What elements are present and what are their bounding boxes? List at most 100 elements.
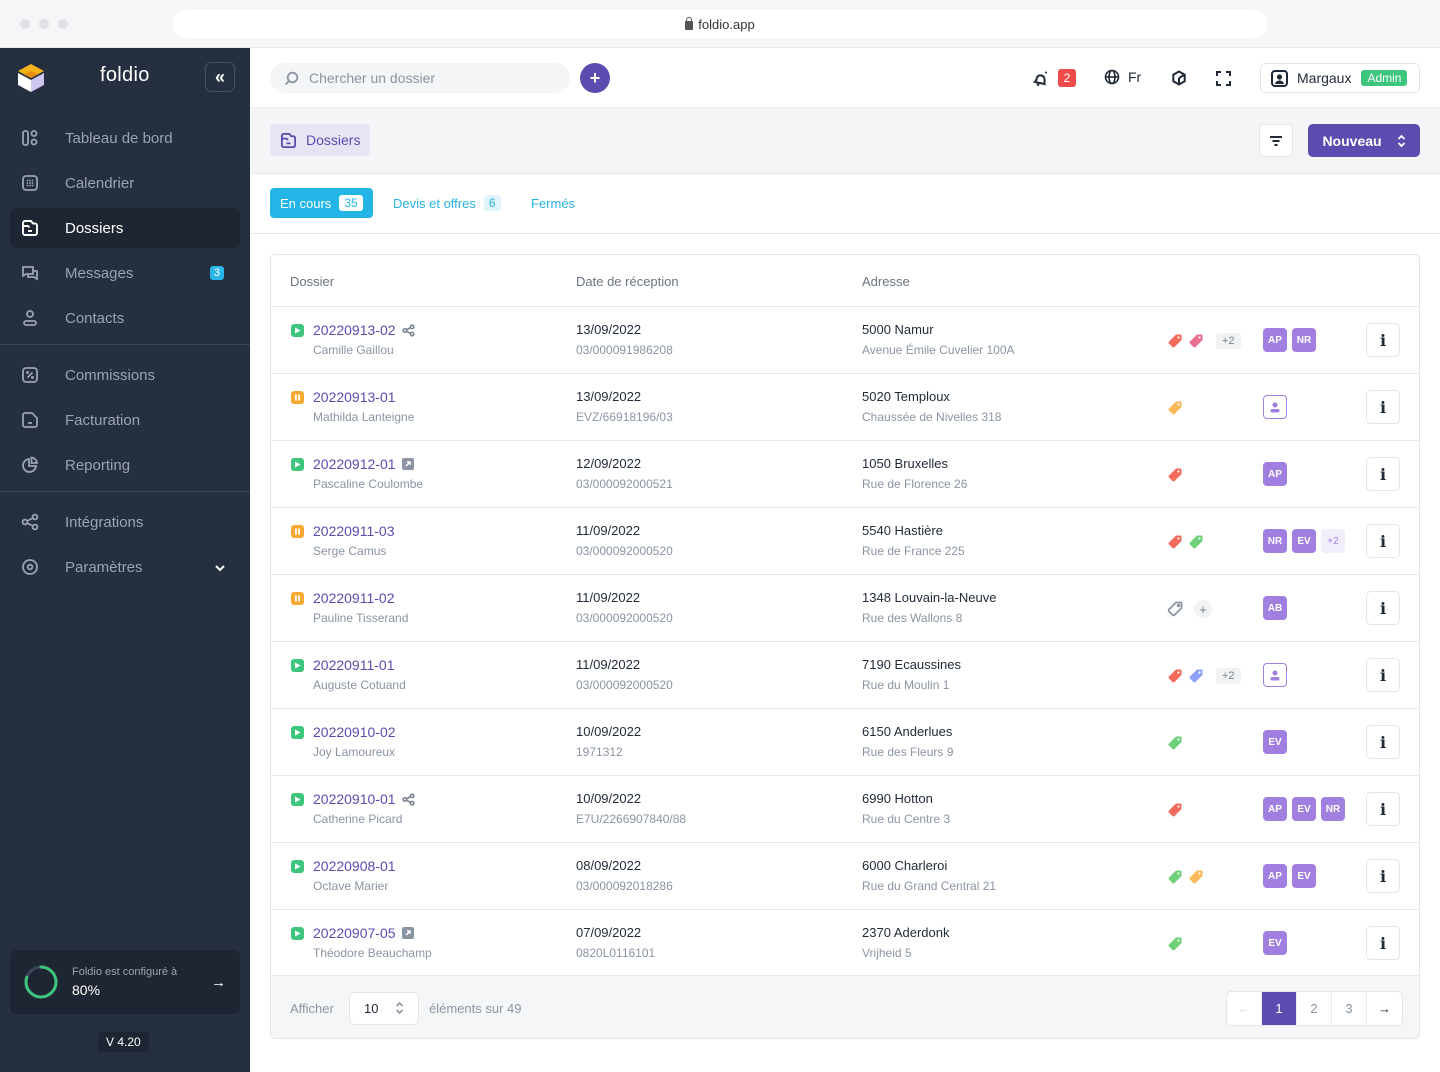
tag-icon xyxy=(1168,803,1182,817)
table-row[interactable]: 20220911-02 Pauline Tisserand 11/09/2022… xyxy=(271,575,1419,642)
sidebar-item-commissions[interactable]: Commissions xyxy=(10,355,240,395)
info-button[interactable]: i xyxy=(1366,725,1400,759)
date-cell: 11/09/2022 03/000092000520 xyxy=(576,523,673,558)
column-header-date[interactable]: Date de réception xyxy=(576,274,679,289)
info-button[interactable]: i xyxy=(1366,323,1400,357)
more-tags-badge[interactable]: +2 xyxy=(1216,668,1241,684)
address-street: Rue du Moulin 1 xyxy=(862,678,950,692)
sidebar-item-facturation[interactable]: Facturation xyxy=(10,400,240,440)
dossier-link[interactable]: 20220910-01 xyxy=(313,791,415,807)
dossier-link[interactable]: 20220912-01 xyxy=(313,456,414,472)
configuration-progress-card[interactable]: Foldio est configuré à 80% → xyxy=(10,950,240,1014)
fullscreen-button[interactable] xyxy=(1214,69,1232,87)
breadcrumb[interactable]: Dossiers xyxy=(270,124,371,156)
address-street: Rue de Florence 26 xyxy=(862,477,968,491)
add-tag-button[interactable]: + xyxy=(1194,600,1212,618)
table-row[interactable]: 20220912-01 Pascaline Coulombe 12/09/202… xyxy=(271,441,1419,508)
info-button[interactable]: i xyxy=(1366,524,1400,558)
column-header-adresse[interactable]: Adresse xyxy=(862,274,910,289)
tag-outline-icon[interactable] xyxy=(1167,601,1183,617)
window-dot[interactable] xyxy=(39,19,49,29)
per-page-select[interactable]: 10 xyxy=(349,992,419,1025)
assignee-avatar[interactable]: AP xyxy=(1263,797,1287,821)
info-button[interactable]: i xyxy=(1366,591,1400,625)
info-button[interactable]: i xyxy=(1366,390,1400,424)
status-pause-badge xyxy=(291,525,304,538)
assignee-avatar[interactable]: AB xyxy=(1263,596,1287,620)
sidebar-item-calendrier[interactable]: Calendrier xyxy=(10,163,240,203)
assignee-avatar[interactable]: AP xyxy=(1263,864,1287,888)
assignee-avatar[interactable]: AP xyxy=(1263,328,1287,352)
user-menu[interactable]: Margaux Admin xyxy=(1260,63,1420,93)
page-button[interactable]: 1 xyxy=(1262,992,1297,1025)
assignee-avatar[interactable]: EV xyxy=(1263,730,1287,754)
assignee-avatar[interactable]: NR xyxy=(1321,797,1345,821)
more-assignees-badge[interactable]: +2 xyxy=(1321,529,1345,553)
assignee-avatar[interactable]: EV xyxy=(1292,864,1316,888)
assignee-avatar[interactable]: NR xyxy=(1292,328,1316,352)
page-button[interactable]: 3 xyxy=(1332,992,1367,1025)
dossier-link[interactable]: 20220913-02 xyxy=(313,322,415,338)
dossier-link[interactable]: 20220908-01 xyxy=(313,858,396,874)
prev-page-button[interactable]: ← xyxy=(1227,992,1262,1025)
sidebar-item-reporting[interactable]: Reporting xyxy=(10,445,240,485)
filter-button[interactable] xyxy=(1259,124,1293,157)
language-selector[interactable]: Fr xyxy=(1104,69,1141,85)
sidebar-item-tableau-de-bord[interactable]: Tableau de bord xyxy=(10,118,240,158)
dossier-link[interactable]: 20220911-01 xyxy=(313,657,394,673)
window-dot[interactable] xyxy=(58,19,68,29)
reference-number: 0820L0116101 xyxy=(576,946,656,960)
table-row[interactable]: 20220911-01 Auguste Cotuand 11/09/2022 0… xyxy=(271,642,1419,709)
more-tags-badge[interactable]: +2 xyxy=(1216,333,1241,349)
column-header-dossier[interactable]: Dossier xyxy=(290,274,334,289)
table-row[interactable]: 20220913-02 Camille Gaillou 13/09/2022 0… xyxy=(271,307,1419,374)
table-row[interactable]: 20220907-05 Théodore Beauchamp 07/09/202… xyxy=(271,910,1419,977)
assign-user-button[interactable] xyxy=(1263,663,1287,687)
date-cell: 12/09/2022 03/000092000521 xyxy=(576,456,673,491)
apps-button[interactable] xyxy=(1170,69,1188,87)
dossier-link[interactable]: 20220911-03 xyxy=(313,523,394,539)
assignee-avatar[interactable]: EV xyxy=(1263,931,1287,955)
address-cell: 7190 Ecaussines Rue du Moulin 1 xyxy=(862,657,961,692)
tab-devis-et-offres[interactable]: Devis et offres 6 xyxy=(383,188,511,218)
dossier-link[interactable]: 20220910-02 xyxy=(313,724,396,740)
search-input[interactable] xyxy=(309,70,549,86)
tag-icon xyxy=(1168,468,1182,482)
assignee-avatar[interactable]: AP xyxy=(1263,462,1287,486)
dossier-link[interactable]: 20220913-01 xyxy=(313,389,396,405)
sidebar-item-integrations[interactable]: Intégrations xyxy=(10,502,240,542)
table-row[interactable]: 20220908-01 Octave Marier 08/09/2022 03/… xyxy=(271,843,1419,910)
globe-icon xyxy=(1104,69,1120,85)
table-row[interactable]: 20220911-03 Serge Camus 11/09/2022 03/00… xyxy=(271,508,1419,575)
dossier-link[interactable]: 20220911-02 xyxy=(313,590,394,606)
table-row[interactable]: 20220910-01 Catherine Picard 10/09/2022 … xyxy=(271,776,1419,843)
collapse-sidebar-button[interactable]: « xyxy=(205,62,235,92)
info-button[interactable]: i xyxy=(1366,658,1400,692)
table-row[interactable]: 20220910-02 Joy Lamoureux 10/09/2022 197… xyxy=(271,709,1419,776)
info-button[interactable]: i xyxy=(1366,859,1400,893)
dossier-link[interactable]: 20220907-05 xyxy=(313,925,414,941)
sidebar-item-contacts[interactable]: Contacts xyxy=(10,298,240,338)
new-dossier-button[interactable]: Nouveau xyxy=(1308,124,1420,157)
info-button[interactable]: i xyxy=(1366,792,1400,826)
assignee-avatar[interactable]: NR xyxy=(1263,529,1287,553)
tab-en-cours[interactable]: En cours 35 xyxy=(270,188,373,218)
assignee-avatar[interactable]: EV xyxy=(1292,529,1316,553)
sidebar-item-messages[interactable]: Messages 3 xyxy=(10,253,240,293)
info-button[interactable]: i xyxy=(1366,457,1400,491)
search-field[interactable] xyxy=(270,63,570,93)
tab-fermes[interactable]: Fermés xyxy=(521,188,585,218)
sidebar-item-parametres[interactable]: Paramètres xyxy=(10,547,240,587)
page-button[interactable]: 2 xyxy=(1297,992,1332,1025)
notifications-button[interactable] xyxy=(1031,69,1049,87)
client-name: Auguste Cotuand xyxy=(313,678,406,692)
info-button[interactable]: i xyxy=(1366,926,1400,960)
window-dot[interactable] xyxy=(20,19,30,29)
address-bar[interactable]: foldio.app xyxy=(172,10,1268,38)
next-page-button[interactable]: → xyxy=(1367,992,1402,1025)
sidebar-item-dossiers[interactable]: Dossiers xyxy=(10,208,240,248)
quick-add-button[interactable]: + xyxy=(580,63,610,93)
assign-user-button[interactable] xyxy=(1263,395,1287,419)
assignee-avatar[interactable]: EV xyxy=(1292,797,1316,821)
table-row[interactable]: 20220913-01 Mathilda Lanteigne 13/09/202… xyxy=(271,374,1419,441)
